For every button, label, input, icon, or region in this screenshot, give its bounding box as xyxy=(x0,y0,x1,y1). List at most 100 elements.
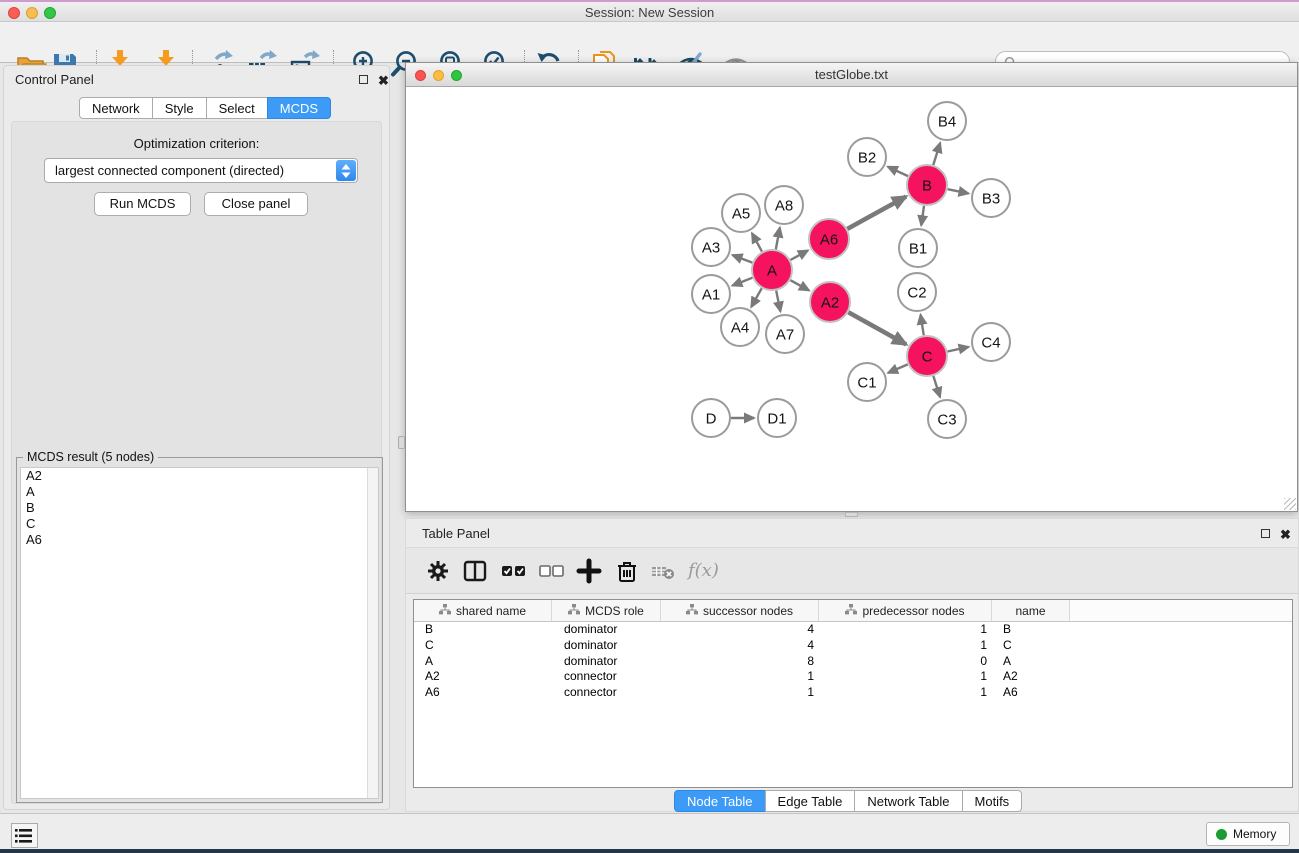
close-panel-icon[interactable]: ✖ xyxy=(378,72,391,85)
graph-edge-A-A5[interactable] xyxy=(752,233,762,251)
tab-node-table[interactable]: Node Table xyxy=(674,790,766,812)
network-view-window[interactable]: testGlobe.txt AA1A2A3A4A5A6A7A8BB1B2B3B4… xyxy=(405,62,1298,512)
table-cell[interactable]: 1 xyxy=(661,669,819,685)
graph-edge-A-A4[interactable] xyxy=(751,288,761,307)
table-cell[interactable]: connector xyxy=(552,685,661,701)
graph-edge-B-B2[interactable] xyxy=(888,167,908,176)
tab-motifs[interactable]: Motifs xyxy=(962,790,1023,812)
table-cell[interactable]: A2 xyxy=(414,669,552,685)
column-header-name[interactable]: name xyxy=(992,600,1070,622)
graph-edge-C-C3[interactable] xyxy=(933,376,940,397)
column-header-label: predecessor nodes xyxy=(862,604,964,618)
graph-edge-A-A8[interactable] xyxy=(776,228,780,250)
table-body[interactable]: Bdominator41BCdominator41CAdominator80AA… xyxy=(414,622,1292,701)
horizontal-scrollbar-thumb[interactable] xyxy=(845,512,858,517)
run-mcds-button[interactable]: Run MCDS xyxy=(94,192,191,216)
function-builder-icon[interactable]: f(x) xyxy=(688,558,716,586)
float-table-panel-icon[interactable] xyxy=(1261,527,1274,540)
table-cell[interactable]: B xyxy=(414,622,552,638)
deselect-all-columns-icon[interactable] xyxy=(538,558,566,586)
graph-edge-A-A3[interactable] xyxy=(733,255,753,262)
close-table-panel-icon[interactable]: ✖ xyxy=(1280,526,1293,539)
mcds-result-item[interactable]: A2 xyxy=(21,468,378,484)
delete-table-icon[interactable] xyxy=(650,558,678,586)
tab-network[interactable]: Network xyxy=(79,97,153,119)
graph-edge-B-B3[interactable] xyxy=(948,189,969,193)
mcds-result-item[interactable]: A6 xyxy=(21,532,378,548)
table-cell[interactable]: 1 xyxy=(819,669,992,685)
column-header-predecessor-nodes[interactable]: predecessor nodes xyxy=(819,600,992,622)
vertical-scrollbar-thumb[interactable] xyxy=(398,436,405,449)
tab-edge-table[interactable]: Edge Table xyxy=(765,790,856,812)
table-cell[interactable]: A xyxy=(992,654,1070,670)
column-header-successor-nodes[interactable]: successor nodes xyxy=(661,600,819,622)
graph-node-label: B3 xyxy=(982,190,1000,207)
table-cell[interactable]: 1 xyxy=(819,638,992,654)
optimization-criterion-select[interactable]: largest connected component (directed) xyxy=(44,158,358,183)
table-cell[interactable]: 1 xyxy=(819,622,992,638)
network-window-titlebar[interactable]: testGlobe.txt xyxy=(406,63,1297,87)
table-cell[interactable]: A2 xyxy=(992,669,1070,685)
graph-edge-B-B4[interactable] xyxy=(933,143,940,165)
graph-edge-C-C2[interactable] xyxy=(921,315,924,336)
table-cell[interactable]: 4 xyxy=(661,638,819,654)
table-cell[interactable]: B xyxy=(992,622,1070,638)
table-cell[interactable]: A xyxy=(414,654,552,670)
table-cell[interactable]: A6 xyxy=(414,685,552,701)
list-scrollbar[interactable] xyxy=(367,468,378,798)
table-cell[interactable]: 1 xyxy=(819,685,992,701)
graph-edge-C-C1[interactable] xyxy=(888,364,908,373)
tab-network-table[interactable]: Network Table xyxy=(854,790,962,812)
tab-style[interactable]: Style xyxy=(152,97,207,119)
mcds-result-list[interactable]: A2ABCA6 xyxy=(20,467,379,799)
select-all-columns-icon[interactable] xyxy=(500,558,528,586)
table-cell[interactable]: 8 xyxy=(661,654,819,670)
float-panel-icon[interactable] xyxy=(359,73,372,86)
resize-grip-icon[interactable] xyxy=(1284,498,1296,510)
graph-edge-A-A7[interactable] xyxy=(776,291,780,312)
table-cell[interactable]: C xyxy=(414,638,552,654)
table-row[interactable]: A6connector11A6 xyxy=(414,685,1292,701)
mcds-result-item[interactable]: A xyxy=(21,484,378,500)
graph-edge-B-B1[interactable] xyxy=(921,206,924,225)
table-cell[interactable]: dominator xyxy=(552,638,661,654)
memory-button[interactable]: Memory xyxy=(1206,822,1290,846)
add-column-icon[interactable] xyxy=(576,558,604,586)
mcds-result-item[interactable]: C xyxy=(21,516,378,532)
table-cell[interactable]: dominator xyxy=(552,654,661,670)
mcds-result-item[interactable]: B xyxy=(21,500,378,516)
column-header-mcds-role[interactable]: MCDS role xyxy=(552,600,661,622)
graph-edge-A-A1[interactable] xyxy=(732,278,752,286)
network-canvas[interactable]: AA1A2A3A4A5A6A7A8BB1B2B3B4CC1C2C3C4DD1 xyxy=(406,88,1297,511)
table-header-row[interactable]: shared nameMCDS rolesuccessor nodes prede… xyxy=(414,600,1292,622)
graph-edge-A-A6[interactable] xyxy=(790,250,807,260)
column-view-icon[interactable] xyxy=(462,558,490,586)
column-header-shared-name[interactable]: shared name xyxy=(414,600,552,622)
table-cell[interactable]: dominator xyxy=(552,622,661,638)
table-cell[interactable]: A6 xyxy=(992,685,1070,701)
table-row[interactable]: A2connector11A2 xyxy=(414,669,1292,685)
node-table[interactable]: shared nameMCDS rolesuccessor nodes prede… xyxy=(413,599,1293,788)
graph-edge-C-C4[interactable] xyxy=(948,347,969,352)
graph-edge-A2-C[interactable] xyxy=(848,312,906,344)
settings-gear-icon[interactable] xyxy=(425,558,453,586)
table-cell[interactable]: 4 xyxy=(661,622,819,638)
table-row[interactable]: Adominator80A xyxy=(414,654,1292,670)
graph-edge-A6-B[interactable] xyxy=(847,197,906,229)
tab-mcds[interactable]: MCDS xyxy=(267,97,331,119)
main-titlebar[interactable]: Session: New Session xyxy=(0,2,1299,22)
table-cell[interactable]: 0 xyxy=(819,654,992,670)
panel-toggle-button[interactable] xyxy=(11,823,38,848)
table-tabs: Node TableEdge TableNetwork TableMotifs xyxy=(674,790,1022,812)
table-cell[interactable]: 1 xyxy=(661,685,819,701)
tab-select[interactable]: Select xyxy=(206,97,268,119)
list-icon xyxy=(14,827,34,845)
graph-node-label: C3 xyxy=(937,411,956,428)
table-cell[interactable]: C xyxy=(992,638,1070,654)
table-row[interactable]: Cdominator41C xyxy=(414,638,1292,654)
table-cell[interactable]: connector xyxy=(552,669,661,685)
graph-edge-A-A2[interactable] xyxy=(790,280,809,290)
table-row[interactable]: Bdominator41B xyxy=(414,622,1292,638)
close-panel-button[interactable]: Close panel xyxy=(204,192,308,216)
delete-column-icon[interactable] xyxy=(614,558,642,586)
